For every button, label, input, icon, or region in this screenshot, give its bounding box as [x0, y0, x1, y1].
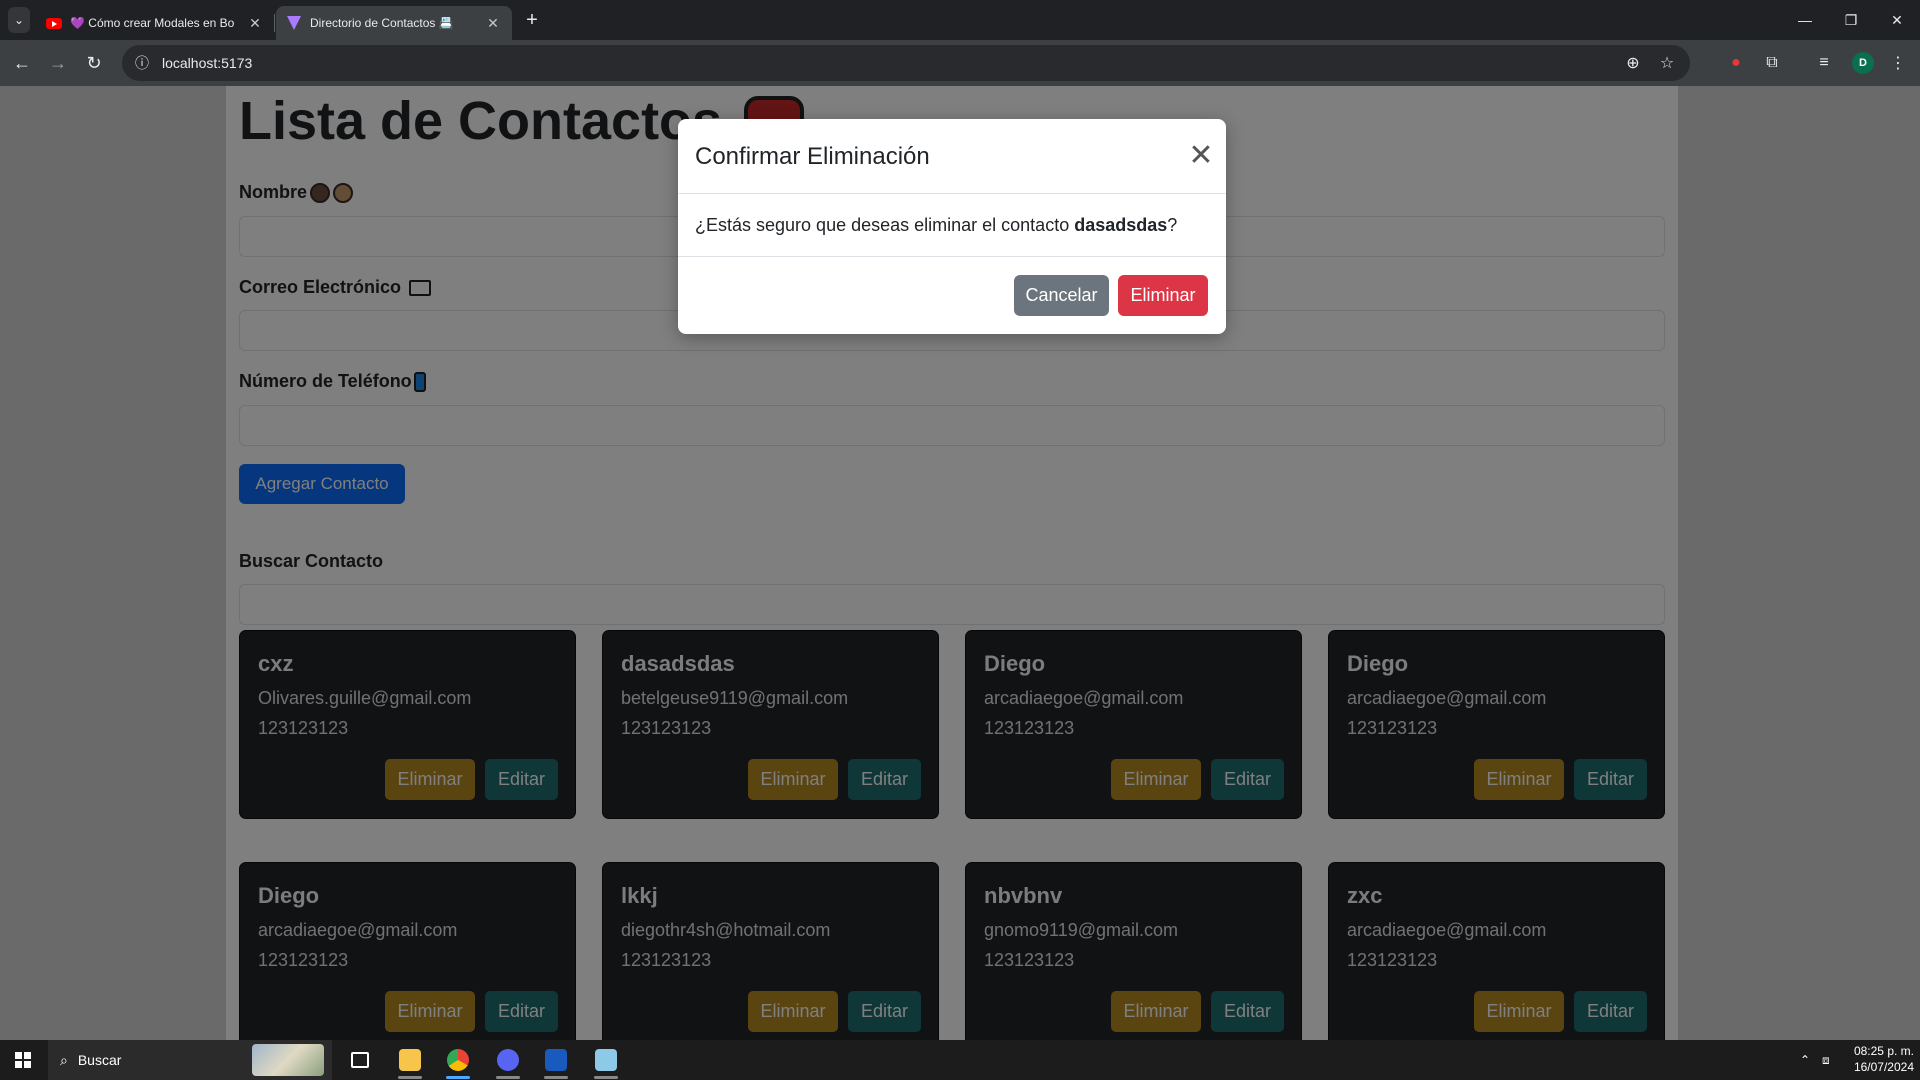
profile-avatar[interactable]: D [1852, 52, 1874, 74]
discord-icon[interactable] [486, 1040, 530, 1080]
modal-body-prefix: ¿Estás seguro que deseas eliminar el con… [695, 215, 1075, 235]
system-clock[interactable]: 08:25 p. m. 16/07/2024 [1842, 1043, 1914, 1075]
task-view-icon[interactable] [338, 1040, 382, 1080]
chrome-icon[interactable] [436, 1040, 480, 1080]
modal-contact-name: dasadsdas [1074, 215, 1168, 235]
menu-kebab-icon[interactable]: ⋮ [1886, 51, 1910, 75]
start-button[interactable] [0, 1040, 46, 1080]
app-icon[interactable] [584, 1040, 628, 1080]
youtube-icon [46, 15, 62, 31]
word-icon[interactable] [534, 1040, 578, 1080]
modal-header: Confirmar Eliminación ✕ [678, 119, 1226, 194]
extension-icon[interactable]: ● [1724, 51, 1748, 75]
tab-youtube[interactable]: 💜 Cómo crear Modales en Bo ✕ [36, 6, 274, 40]
bookmark-star-icon[interactable]: ☆ [1652, 45, 1682, 81]
url-text: localhost:5173 [162, 55, 253, 71]
network-icon[interactable]: ⧈ [1822, 1040, 1830, 1080]
address-bar[interactable]: ⓘ localhost:5173 ⊕ ☆ [122, 45, 1690, 81]
taskbar-search-text: Buscar [77, 1052, 122, 1068]
new-tab-button[interactable]: + [520, 8, 544, 32]
tab-title: 💜 Cómo crear Modales en Bo [70, 16, 235, 30]
modal-footer: Cancelar Eliminar [678, 256, 1226, 334]
tab-contact-directory[interactable]: Directorio de Contactos 📇 ✕ [276, 6, 512, 40]
close-icon[interactable]: ✕ [484, 14, 502, 32]
close-window-button[interactable]: ✕ [1874, 0, 1920, 40]
taskbar: ⌕ Buscar ⌃ ⧈ 08:25 p. m. 16/07/2024 [0, 1040, 1920, 1080]
browser-tab-bar: ⌄ 💜 Cómo crear Modales en Bo ✕ Directori… [0, 0, 1920, 40]
site-info-icon[interactable]: ⓘ [124, 45, 160, 81]
taskbar-search[interactable]: ⌕ Buscar [48, 1040, 332, 1080]
page-viewport: Lista de Contactos Nombre Correo Electró… [0, 86, 1920, 1040]
tab-divider [274, 14, 275, 32]
extensions-puzzle-icon[interactable]: ⧉ [1760, 51, 1784, 75]
cancel-button[interactable]: Cancelar [1014, 275, 1109, 316]
close-icon[interactable]: ✕ [1186, 141, 1216, 171]
forward-button[interactable]: → [42, 47, 74, 79]
browser-toolbar: ← → ↻ ⓘ localhost:5173 ⊕ ☆ ● ⧉ ≡ D ⋮ [0, 40, 1920, 86]
search-icon: ⌕ [60, 1051, 68, 1068]
back-button[interactable]: ← [6, 47, 38, 79]
tab-title: Directorio de Contactos 📇 [310, 16, 454, 30]
tab-search-button[interactable]: ⌄ [8, 7, 30, 33]
zoom-icon[interactable]: ⊕ [1618, 45, 1648, 81]
search-highlight-image [252, 1044, 324, 1076]
modal-body-suffix: ? [1167, 215, 1178, 235]
confirm-delete-modal: Confirmar Eliminación ✕ ¿Estás seguro qu… [678, 119, 1226, 334]
clock-time: 08:25 p. m. [1853, 1044, 1914, 1058]
reload-button[interactable]: ↻ [78, 47, 110, 79]
windows-icon [15, 1052, 31, 1068]
modal-title: Confirmar Eliminación [695, 143, 930, 170]
tray-chevron-icon[interactable]: ⌃ [1800, 1040, 1810, 1080]
close-icon[interactable]: ✕ [246, 14, 264, 32]
modal-body: ¿Estás seguro que deseas eliminar el con… [695, 215, 1177, 236]
file-explorer-icon[interactable] [388, 1040, 432, 1080]
media-controls-icon[interactable]: ≡ [1812, 51, 1836, 75]
restore-button[interactable]: ❐ [1828, 0, 1874, 40]
confirm-delete-button[interactable]: Eliminar [1118, 275, 1208, 316]
minimize-button[interactable]: — [1782, 0, 1828, 40]
clock-date: 16/07/2024 [1853, 1060, 1914, 1074]
vite-icon [286, 15, 302, 31]
